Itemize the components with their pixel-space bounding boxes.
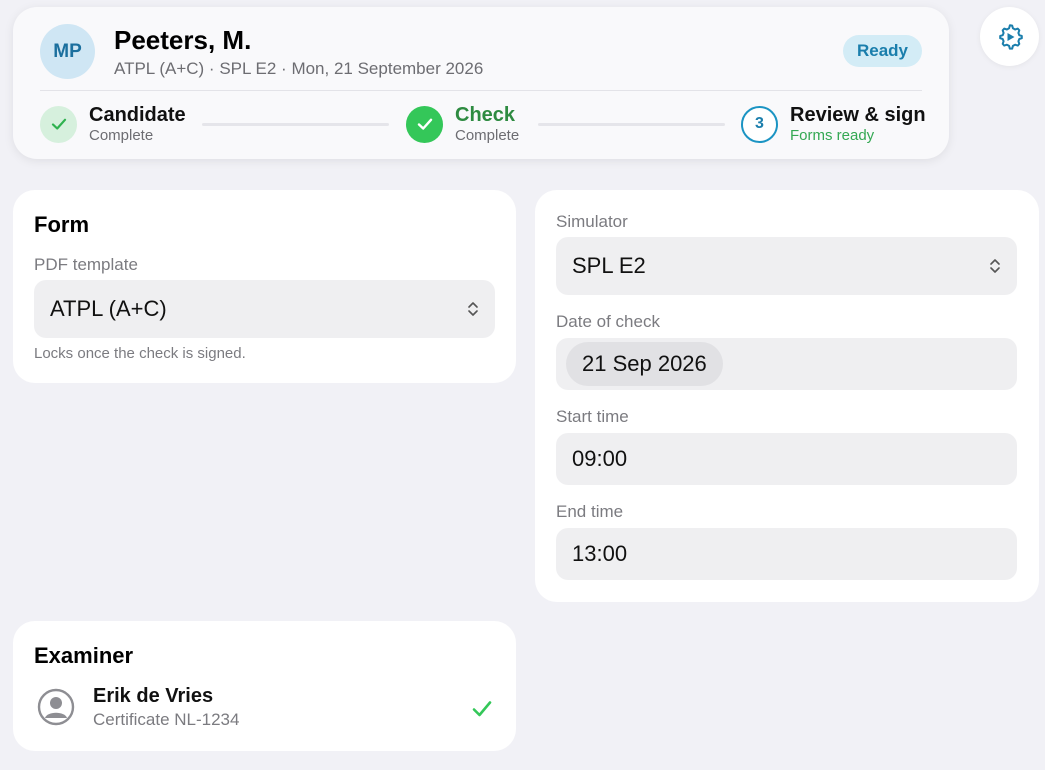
checkmark-icon bbox=[472, 701, 492, 717]
person-icon bbox=[37, 688, 75, 726]
check-details-card: Simulator SPL E2 Date of check 21 Sep 20… bbox=[535, 190, 1039, 602]
candidate-name: Peeters, M. bbox=[114, 25, 252, 55]
avatar: MP bbox=[40, 24, 95, 79]
template-lock-hint: Locks once the check is signed. bbox=[34, 345, 246, 362]
step-review-sign[interactable]: 3 Review & sign Forms ready bbox=[741, 104, 926, 145]
step-subtitle: Complete bbox=[89, 127, 154, 144]
examiner-name: Erik de Vries bbox=[93, 685, 214, 707]
step-connector bbox=[538, 123, 725, 126]
header-divider bbox=[40, 90, 922, 91]
examiner-certificate: Certificate NL-1234 bbox=[93, 710, 240, 729]
step-candidate[interactable]: Candidate Complete bbox=[40, 104, 186, 145]
form-card: Form PDF template ATPL (A+C) Locks once … bbox=[13, 190, 516, 383]
step-title: Review & sign bbox=[790, 104, 926, 126]
checkmark-icon bbox=[406, 105, 443, 143]
end-time-value: 13:00 bbox=[572, 541, 628, 566]
step-title: Candidate bbox=[89, 104, 186, 126]
simulator-label: Simulator bbox=[556, 212, 628, 231]
settings-button[interactable] bbox=[980, 7, 1039, 66]
date-of-check-label: Date of check bbox=[556, 312, 660, 331]
end-time-label: End time bbox=[556, 502, 624, 521]
candidate-header-card: MP Peeters, M. ATPL (A+C) · SPL E2 · Mon… bbox=[13, 7, 949, 159]
step-number: 3 bbox=[741, 105, 778, 143]
checkmark-icon bbox=[40, 105, 77, 143]
step-title: Check bbox=[455, 104, 516, 126]
start-time-label: Start time bbox=[556, 407, 629, 426]
chevron-up-down-icon bbox=[990, 259, 1000, 273]
status-badge: Ready bbox=[842, 35, 922, 67]
pdf-template-select[interactable]: ATPL (A+C) bbox=[34, 280, 495, 338]
pdf-template-value: ATPL (A+C) bbox=[50, 296, 167, 321]
gear-icon bbox=[998, 23, 1023, 50]
app-root: MP Peeters, M. ATPL (A+C) · SPL E2 · Mon… bbox=[0, 0, 1045, 770]
chevron-up-down-icon bbox=[468, 302, 478, 316]
pdf-template-label: PDF template bbox=[34, 255, 138, 274]
step-subtitle: Complete bbox=[455, 127, 520, 144]
candidate-subtitle: ATPL (A+C) · SPL E2 · Mon, 21 September … bbox=[114, 59, 484, 78]
start-time-input[interactable]: 09:00 bbox=[556, 433, 1017, 485]
start-time-value: 09:00 bbox=[572, 446, 628, 471]
examiner-card: Examiner Erik de Vries Certificate NL-12… bbox=[13, 621, 516, 751]
end-time-input[interactable]: 13:00 bbox=[556, 528, 1017, 580]
date-of-check-field: 21 Sep 2026 bbox=[556, 338, 1017, 390]
examiner-card-title: Examiner bbox=[34, 643, 134, 668]
simulator-select[interactable]: SPL E2 bbox=[556, 237, 1017, 295]
step-connector bbox=[202, 123, 389, 126]
form-card-title: Form bbox=[34, 212, 89, 237]
step-subtitle: Forms ready bbox=[790, 127, 875, 144]
simulator-value: SPL E2 bbox=[572, 253, 646, 278]
step-check[interactable]: Check Complete bbox=[406, 104, 519, 145]
date-picker-button[interactable]: 21 Sep 2026 bbox=[566, 342, 723, 386]
